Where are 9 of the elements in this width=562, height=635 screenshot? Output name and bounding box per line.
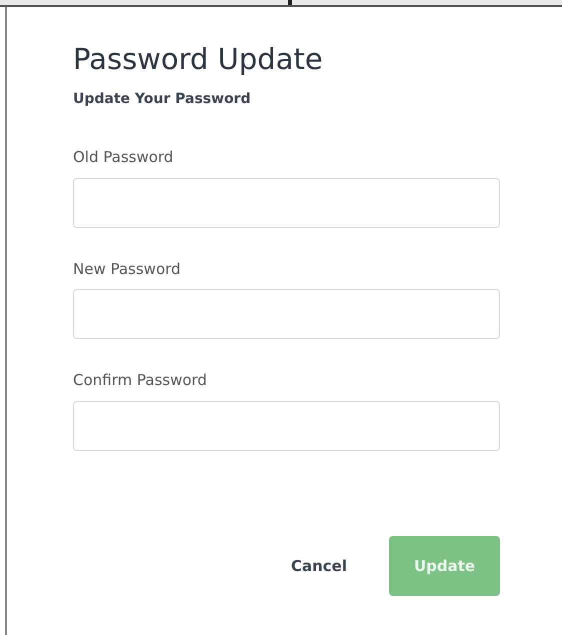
password-field[interactable] <box>73 400 500 451</box>
field-label: Confirm Password <box>73 370 207 392</box>
dialog-subtitle: Update Your Password <box>73 90 251 110</box>
password-field[interactable] <box>73 178 500 228</box>
field-label: Old Password <box>73 147 174 168</box>
dialog-title: Password Update <box>73 41 323 78</box>
password-field[interactable] <box>73 289 500 340</box>
field-label: New Password <box>73 258 181 280</box>
cancel-button[interactable]: Cancel <box>290 554 347 577</box>
